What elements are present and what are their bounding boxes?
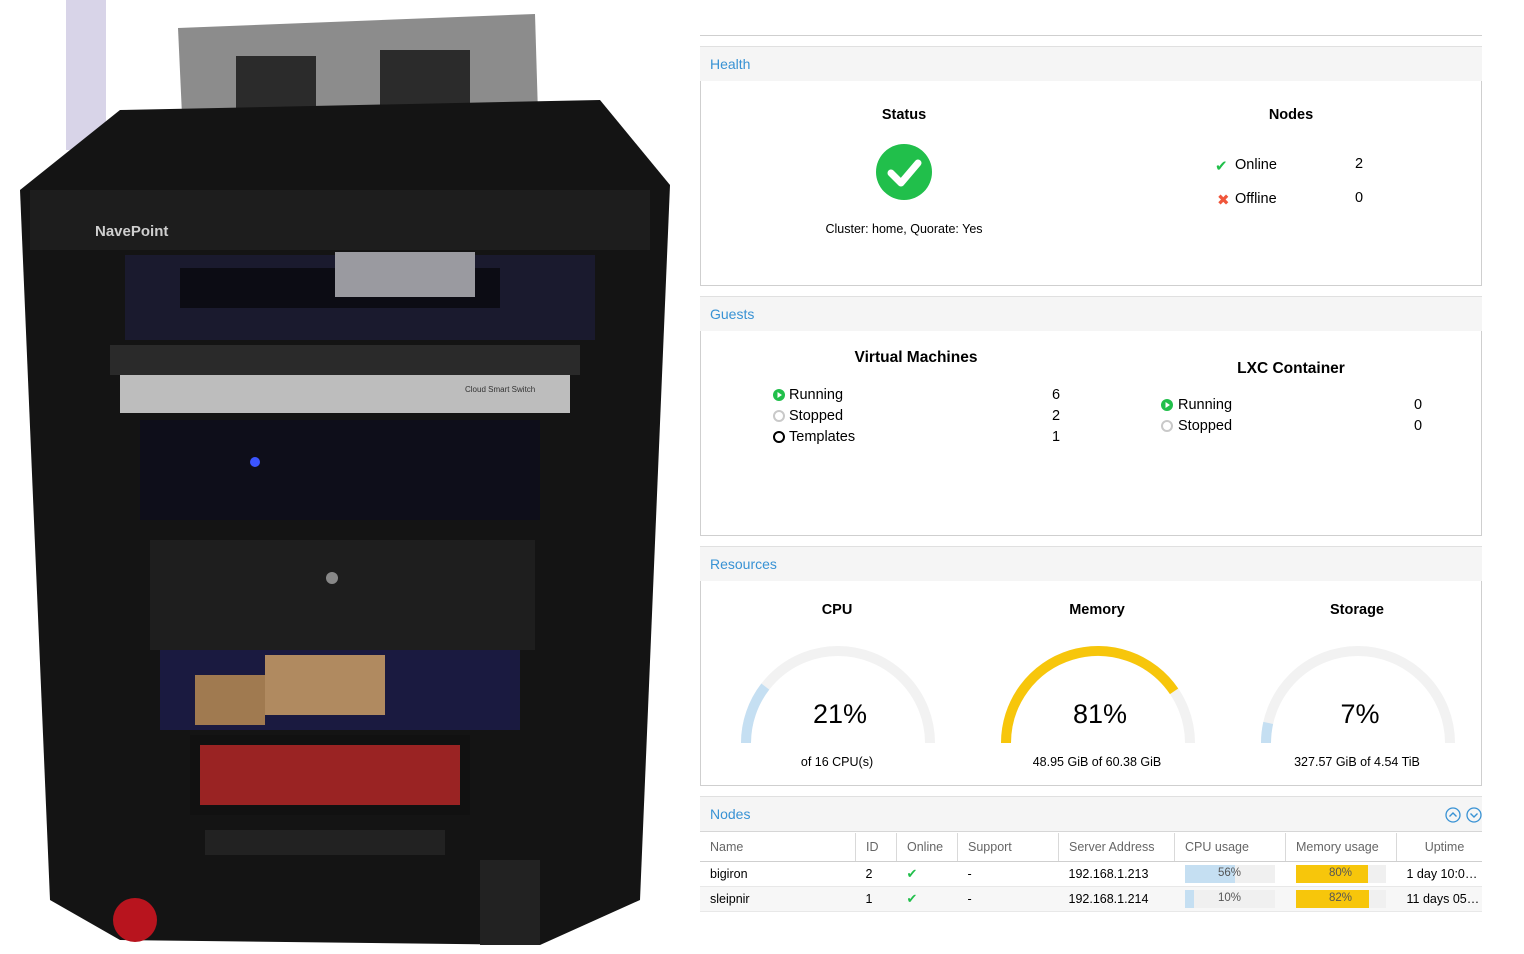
nodes-panel-header[interactable]: Nodes xyxy=(700,796,1482,832)
memory-percent: 81% xyxy=(1072,699,1128,729)
memory-usage-bar: 82% xyxy=(1295,890,1386,908)
divider xyxy=(700,35,1482,36)
guests-panel: Virtual Machines Running 6 Stopped 2 Tem… xyxy=(700,331,1482,536)
template-icon xyxy=(773,431,785,443)
vm-templates-count: 1 xyxy=(1052,429,1061,445)
vm-heading: Virtual Machines xyxy=(854,349,978,366)
cpu-usage-label: 10% xyxy=(1217,892,1242,904)
health-panel-title: Health xyxy=(710,56,751,72)
column-header-support[interactable]: Support xyxy=(957,833,1059,862)
rack-brand-label: NavePoint xyxy=(95,223,168,240)
column-header-online[interactable]: Online xyxy=(896,833,958,862)
resources-panel-header[interactable]: Resources xyxy=(700,546,1482,582)
table-row[interactable]: sleipnir 1 ✔ - 192.168.1.214 10% 82% 11 … xyxy=(700,886,1482,912)
guests-panel-title: Guests xyxy=(710,306,755,322)
column-header-server-address[interactable]: Server Address xyxy=(1058,833,1175,862)
lxc-stopped-count: 0 xyxy=(1414,418,1423,434)
storage-percent: 7% xyxy=(1340,699,1380,729)
lxc-running-count: 0 xyxy=(1414,397,1423,413)
running-icon xyxy=(773,389,785,401)
node-online-cell: ✔ xyxy=(896,861,958,887)
cpu-usage-label: 56% xyxy=(1217,867,1242,879)
cloud-smart-switch xyxy=(120,375,570,413)
node-memory-cell: 82% xyxy=(1285,886,1397,912)
lxc-heading: LXC Container xyxy=(1237,360,1345,377)
server-chassis xyxy=(150,540,535,650)
offline-label: Offline xyxy=(1235,191,1277,207)
node-name: bigiron xyxy=(700,861,856,887)
cpu-gauge xyxy=(741,646,935,744)
node-address: 192.168.1.214 xyxy=(1058,886,1175,912)
nodes-panel-title: Nodes xyxy=(710,806,751,822)
node-support: - xyxy=(957,861,1059,887)
memory-detail: 48.95 GiB of 60.38 GiB xyxy=(1032,755,1162,769)
cpu-usage-bar: 10% xyxy=(1184,890,1275,908)
node-address: 192.168.1.213 xyxy=(1058,861,1175,887)
offline-count: 0 xyxy=(1355,190,1364,206)
stopped-icon xyxy=(773,410,785,422)
guests-panel-header[interactable]: Guests xyxy=(700,296,1482,332)
health-panel: Status Cluster: home, Quorate: Yes Nodes… xyxy=(700,81,1482,286)
cross-icon: ✖ xyxy=(1217,192,1230,209)
node-online-cell: ✔ xyxy=(896,886,958,912)
vm-running-count: 6 xyxy=(1052,387,1061,403)
node-uptime: 1 day 10:0… xyxy=(1396,861,1482,887)
node-id: 1 xyxy=(855,886,897,912)
vm-templates-label: Templates xyxy=(789,429,856,445)
rack-wheel xyxy=(113,898,157,942)
switch-label: Cloud Smart Switch xyxy=(465,385,535,394)
node-uptime: 11 days 05… xyxy=(1396,886,1482,912)
patch-panel xyxy=(110,345,580,375)
storage-detail: 327.57 GiB of 4.54 TiB xyxy=(1294,755,1420,769)
resources-panel-title: Resources xyxy=(710,556,777,572)
nodes-table: Name ID Online Support Server Address CP… xyxy=(700,833,1482,912)
cpu-heading: CPU xyxy=(821,602,853,618)
cpu-usage-bar: 56% xyxy=(1184,865,1275,883)
column-header-cpu-usage[interactable]: CPU usage xyxy=(1174,833,1286,862)
memory-gauge xyxy=(1001,646,1195,744)
stopped-icon xyxy=(1161,420,1173,432)
check-icon: ✔ xyxy=(906,866,918,881)
node-cpu-cell: 56% xyxy=(1174,861,1286,887)
collapse-up-icon[interactable] xyxy=(1445,807,1461,823)
datacenter-summary: Health Status Cluster: home, Quorate: Ye… xyxy=(700,0,1482,954)
cpu-detail: of 16 CPU(s) xyxy=(800,755,874,769)
node-cpu-cell: 10% xyxy=(1174,886,1286,912)
cluster-status-text: Cluster: home, Quorate: Yes xyxy=(825,222,983,236)
column-header-id[interactable]: ID xyxy=(855,833,897,862)
running-icon xyxy=(1161,399,1173,411)
column-header-uptime[interactable]: Uptime xyxy=(1396,833,1482,862)
vm-stopped-label: Stopped xyxy=(789,408,844,424)
memory-usage-label: 80% xyxy=(1328,867,1353,879)
memory-usage-label: 82% xyxy=(1328,892,1353,904)
online-label: Online xyxy=(1235,157,1277,173)
memory-usage-bar: 80% xyxy=(1295,865,1386,883)
column-header-name[interactable]: Name xyxy=(700,833,856,862)
online-count: 2 xyxy=(1355,156,1364,172)
resources-panel: CPU 21% of 16 CPU(s) Memory 81% 48.95 Gi… xyxy=(700,581,1482,786)
node-support: - xyxy=(957,886,1059,912)
vm-running-label: Running xyxy=(789,387,844,403)
status-heading: Status xyxy=(881,107,927,123)
node-id: 2 xyxy=(855,861,897,887)
check-circle-icon xyxy=(876,144,932,200)
check-icon: ✔ xyxy=(906,891,918,906)
node-name: sleipnir xyxy=(700,886,856,912)
memory-heading: Memory xyxy=(1069,602,1125,618)
health-panel-header[interactable]: Health xyxy=(700,46,1482,82)
storage-gauge xyxy=(1261,646,1455,744)
cpu-percent: 21% xyxy=(812,699,868,729)
lxc-stopped-label: Stopped xyxy=(1178,418,1233,434)
server-rack-photo: system76 NavePoint Cloud Smart Switch xyxy=(20,0,670,945)
node-memory-cell: 80% xyxy=(1285,861,1397,887)
nodes-heading: Nodes xyxy=(1268,107,1314,123)
table-row[interactable]: bigiron 2 ✔ - 192.168.1.213 56% 80% 1 da… xyxy=(700,861,1482,887)
nodes-table-header: Name ID Online Support Server Address CP… xyxy=(700,833,1482,862)
storage-heading: Storage xyxy=(1330,602,1384,618)
column-header-memory-usage[interactable]: Memory usage xyxy=(1285,833,1397,862)
expand-down-icon[interactable] xyxy=(1466,807,1482,823)
vm-stopped-count: 2 xyxy=(1052,408,1061,424)
check-icon: ✔ xyxy=(1215,158,1228,175)
lxc-running-label: Running xyxy=(1178,397,1233,413)
